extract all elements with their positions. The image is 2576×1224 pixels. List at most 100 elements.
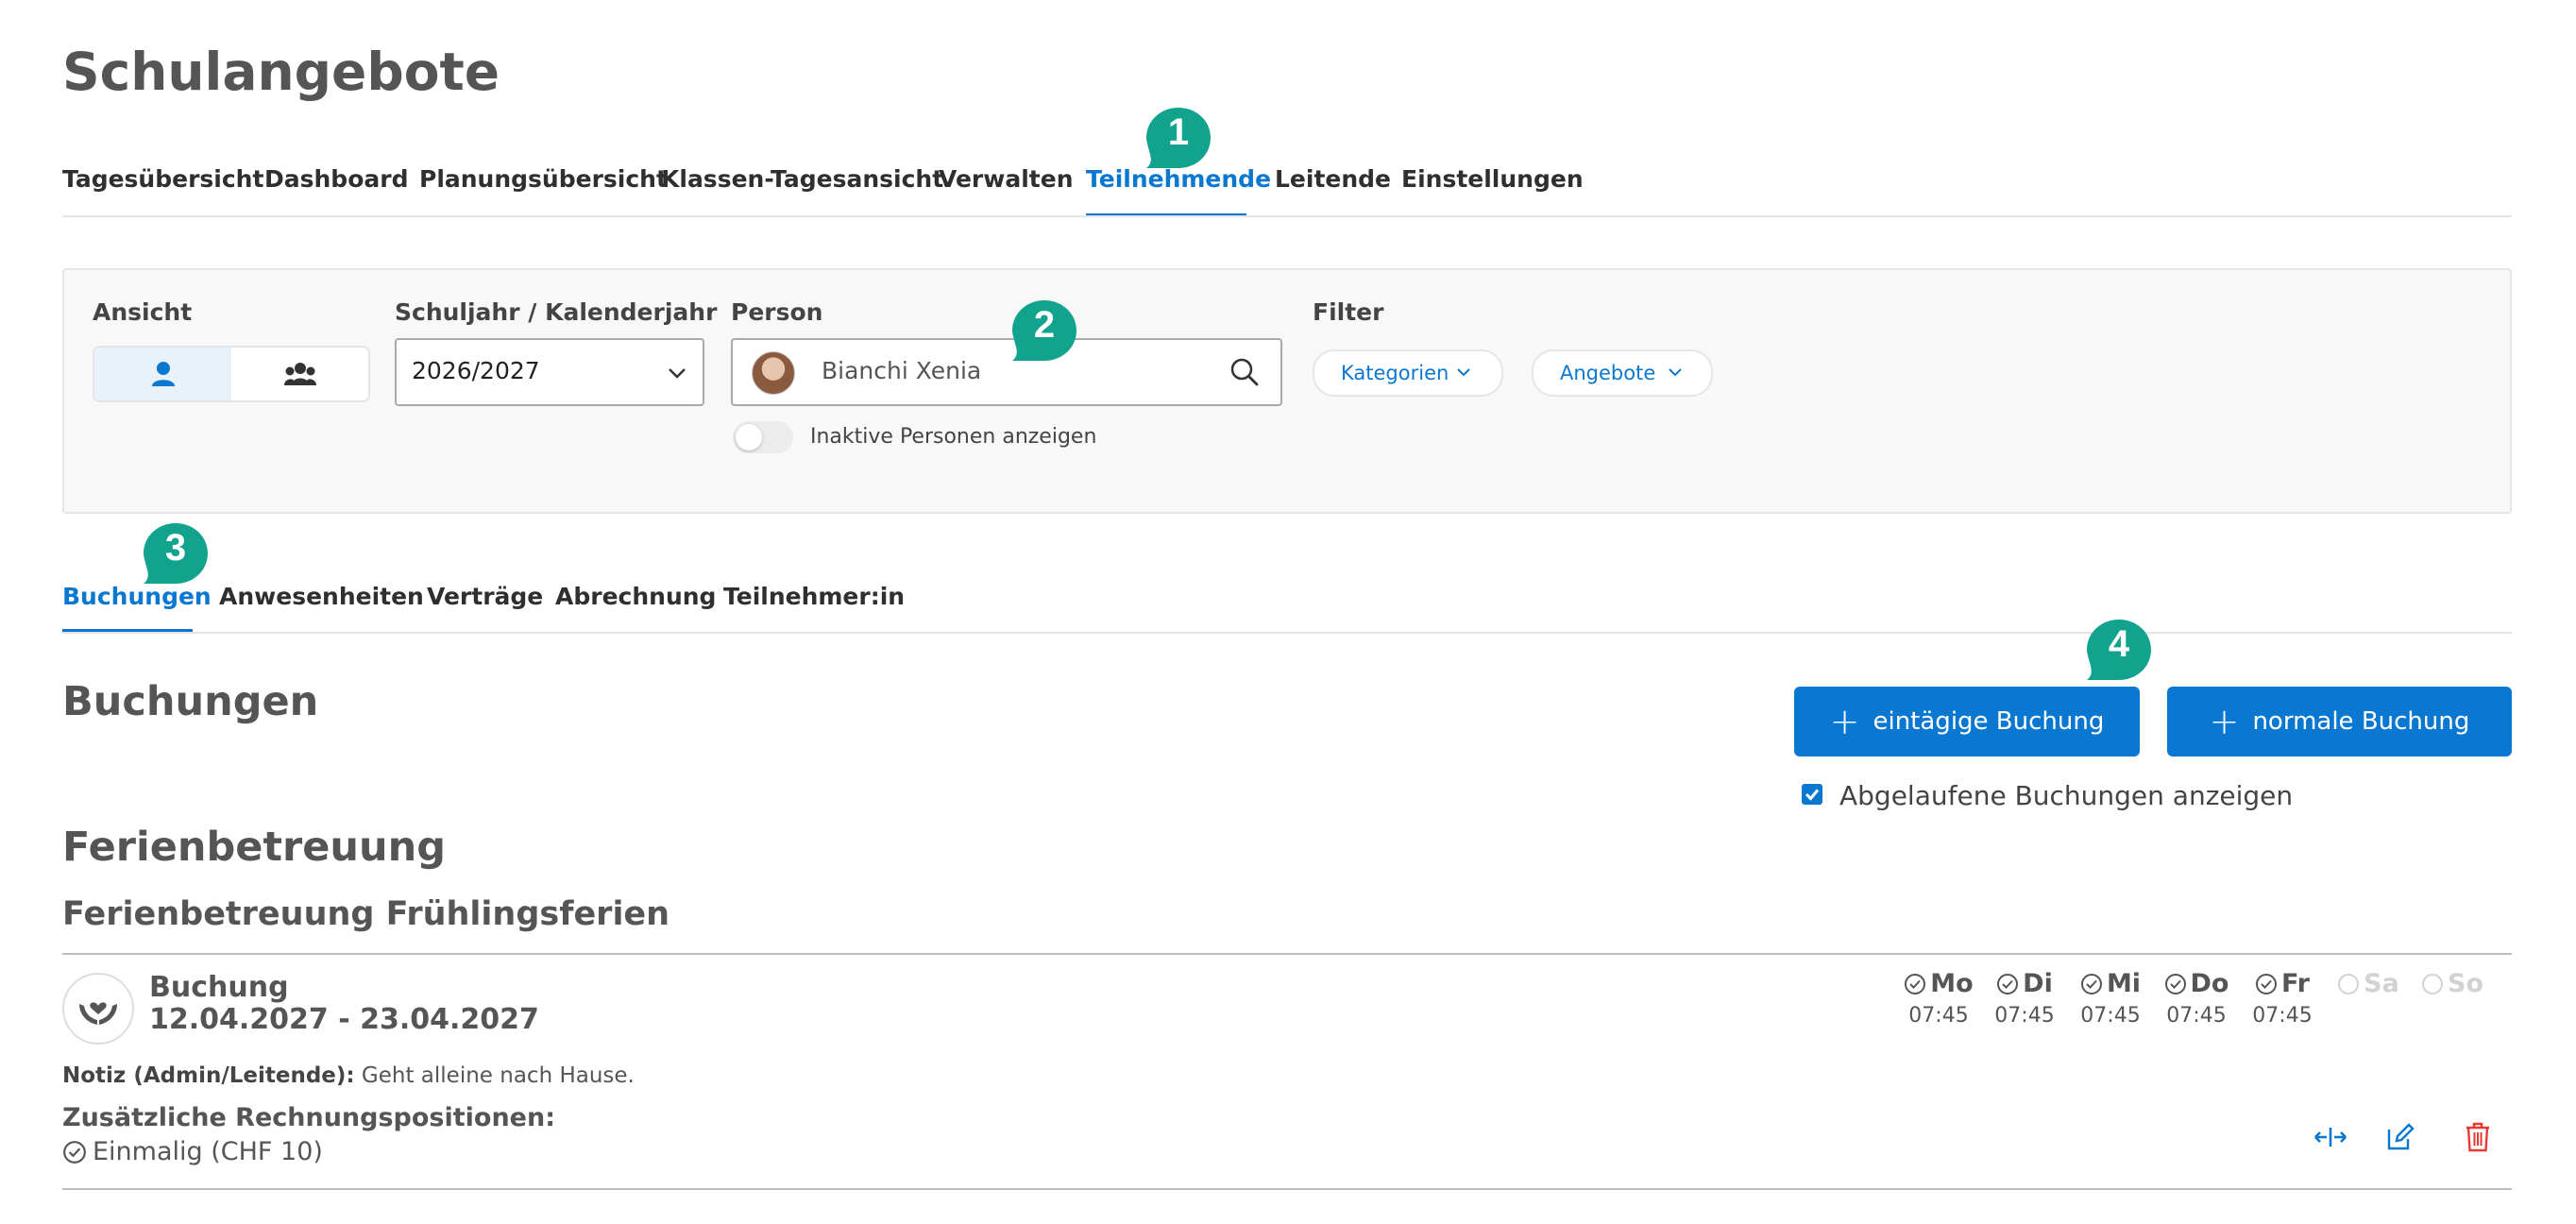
weekday-time: 07:45 <box>2080 1004 2141 1028</box>
annotation-badge-number: 1 <box>1167 111 1190 153</box>
person-search-field[interactable]: Bianchi Xenia <box>731 338 1282 406</box>
weekday-label: Fr <box>2280 969 2311 998</box>
extra-position-item: Einmalig (CHF 10) <box>62 1137 323 1166</box>
check-circle-icon <box>2164 973 2186 994</box>
check-circle-icon <box>1997 973 2019 994</box>
year-select-value: 2026/2027 <box>412 357 540 384</box>
page-title: Schulangebote <box>62 42 500 102</box>
filter-kategorien-dropdown[interactable]: Kategorien <box>1313 349 1503 397</box>
annotation-badge-2: 2 <box>1008 297 1080 368</box>
inactive-persons-label: Inaktive Personen anzeigen <box>810 425 1097 449</box>
show-expired-label: Abgelaufene Buchungen anzeigen <box>1839 780 2294 811</box>
one-day-booking-label: eintägige Buchung <box>1873 707 2105 736</box>
edit-booking-button[interactable] <box>2381 1118 2419 1156</box>
empty-circle-icon <box>2422 973 2443 994</box>
annotation-badge-number: 3 <box>164 527 187 569</box>
annotation-badge-number: 4 <box>2108 623 2130 665</box>
weekday-sa: Sa <box>2326 969 2411 1004</box>
check-circle-icon <box>63 1140 86 1164</box>
tab-leitende[interactable]: Leitende <box>1275 161 1391 198</box>
hands-heart-icon <box>79 1002 117 1025</box>
toggle-knob <box>736 424 762 450</box>
weekday-mo: Mo 07:45 <box>1896 969 1981 1028</box>
year-select[interactable]: 2026/2027 <box>395 338 704 406</box>
check-circle-icon <box>2080 973 2102 994</box>
person-label: Person <box>731 298 823 326</box>
chevron-down-icon <box>1669 368 1682 377</box>
weekday-mi: Mi 07:45 <box>2068 969 2153 1028</box>
filter-angebote-dropdown[interactable]: Angebote <box>1532 349 1713 397</box>
search-icon[interactable] <box>1229 357 1260 387</box>
ansicht-label: Ansicht <box>93 298 193 326</box>
tab-dashboard[interactable]: Dashboard <box>264 161 408 198</box>
subtab-teilnehmerin[interactable]: Teilnehmer:in <box>723 578 905 616</box>
tab-klassen-tagesansicht[interactable]: Klassen-Tagesansicht <box>661 161 943 198</box>
section-title: Buchungen <box>62 678 319 725</box>
weekday-label: Di <box>2023 969 2053 998</box>
group-view-button[interactable] <box>231 348 368 400</box>
weekday-label: Do <box>2190 969 2229 998</box>
extra-position-label: Einmalig (CHF 10) <box>93 1137 323 1166</box>
offer-logo <box>62 973 134 1045</box>
check-circle-icon <box>2255 973 2277 994</box>
extra-positions-title: Zusätzliche Rechnungspositionen: <box>62 1103 556 1132</box>
tab-divider <box>62 215 2512 217</box>
category-subtitle: Ferienbetreuung Frühlingsferien <box>62 895 670 933</box>
booking-title: Buchung <box>149 971 289 1004</box>
annotation-badge-3: 3 <box>140 519 212 591</box>
normal-booking-label: normale Buchung <box>2252 707 2470 736</box>
booking-top-divider <box>62 953 2512 955</box>
tab-einstellungen[interactable]: Einstellungen <box>1401 161 1584 198</box>
weekday-label: So <box>2448 969 2483 998</box>
subtab-anwesenheiten[interactable]: Anwesenheiten <box>219 578 424 616</box>
subtab-vertraege[interactable]: Verträge <box>427 578 543 616</box>
filter-label: Filter <box>1313 298 1384 326</box>
view-toggle <box>93 346 370 402</box>
person-icon <box>151 362 175 386</box>
weekday-so: So <box>2410 969 2495 1004</box>
split-booking-button[interactable] <box>2312 1118 2349 1156</box>
plus-icon: + <box>2209 701 2240 742</box>
tab-planungsuebersicht[interactable]: Planungsübersicht <box>419 161 668 198</box>
single-person-view-button[interactable] <box>94 348 231 400</box>
trash-icon <box>2466 1122 2489 1152</box>
chevron-down-icon <box>669 368 686 379</box>
delete-booking-button[interactable] <box>2459 1118 2497 1156</box>
weekday-label: Mi <box>2106 969 2142 998</box>
tab-tagesuebersicht[interactable]: Tagesübersicht <box>62 161 263 198</box>
annotation-badge-1: 1 <box>1143 104 1214 176</box>
filter-panel: Ansicht Schuljahr / Kalenderjahr 2026/20… <box>62 268 2512 514</box>
one-day-booking-button[interactable]: + eintägige Buchung <box>1794 687 2140 756</box>
checkmark-icon <box>1805 789 1820 801</box>
weekday-time: 07:45 <box>2166 1004 2227 1028</box>
note-value: Geht alleine nach Hause. <box>361 1063 635 1088</box>
subtab-abrechnung[interactable]: Abrechnung <box>555 578 716 616</box>
group-icon <box>283 363 316 385</box>
weekday-time: 07:45 <box>1994 1004 2055 1028</box>
avatar <box>752 351 795 395</box>
tab-verwalten[interactable]: Verwalten <box>939 161 1074 198</box>
inactive-persons-toggle[interactable] <box>733 421 793 453</box>
edit-icon <box>2387 1123 2415 1150</box>
filter-angebote-label: Angebote <box>1560 362 1656 384</box>
weekday-label: Mo <box>1930 969 1974 998</box>
weekday-time: 07:45 <box>1908 1004 1969 1028</box>
empty-circle-icon <box>2338 973 2360 994</box>
booking-note: Notiz (Admin/Leitende): Geht alleine nac… <box>62 1063 635 1088</box>
booking-bottom-divider <box>62 1188 2512 1190</box>
weekday-di: Di 07:45 <box>1982 969 2067 1028</box>
weekday-label: Sa <box>2364 969 2399 998</box>
split-horizontal-icon <box>2314 1128 2347 1147</box>
weekday-do: Do 07:45 <box>2154 969 2239 1028</box>
show-expired-checkbox[interactable] <box>1802 784 1822 805</box>
annotation-badge-number: 2 <box>1033 304 1056 346</box>
year-label: Schuljahr / Kalenderjahr <box>395 298 718 326</box>
weekday-time: 07:45 <box>2252 1004 2313 1028</box>
annotation-badge-4: 4 <box>2083 616 2155 688</box>
check-circle-icon <box>1905 973 1926 994</box>
note-label: Notiz (Admin/Leitende): <box>62 1063 355 1088</box>
normal-booking-button[interactable]: + normale Buchung <box>2167 687 2512 756</box>
booking-dates: 12.04.2027 - 23.04.2027 <box>149 1003 539 1036</box>
person-search-value: Bianchi Xenia <box>822 357 982 384</box>
weekday-fr: Fr 07:45 <box>2240 969 2325 1028</box>
